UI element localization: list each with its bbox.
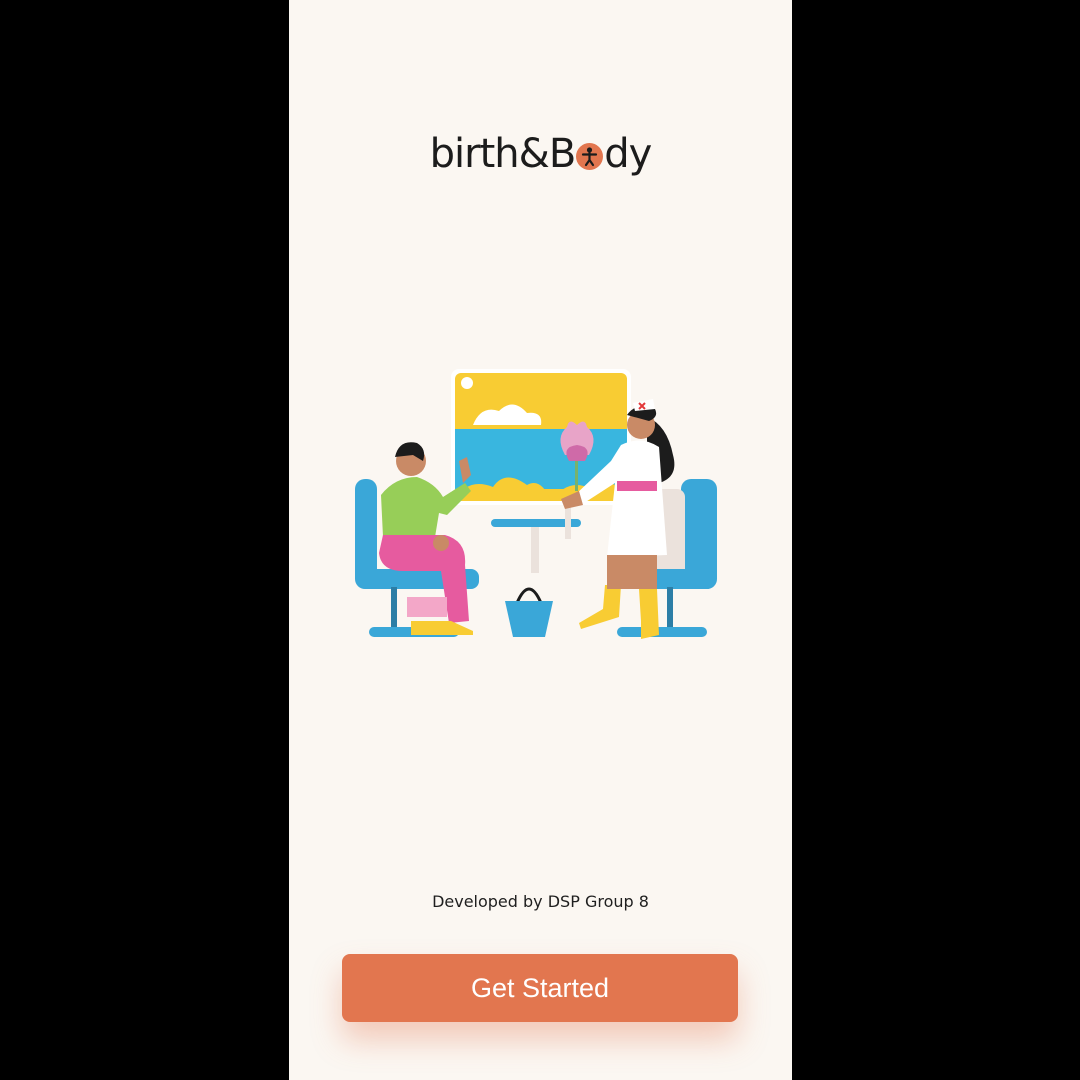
app-screen: birth&B dy Developed by DSP Group 8 Get …	[289, 0, 792, 1080]
logo-text-middle: irth&B	[454, 131, 576, 177]
developer-credit: Developed by DSP Group 8	[432, 892, 649, 911]
basket-icon	[505, 587, 553, 637]
logo-text-end: dy	[604, 131, 652, 177]
screen: birth&B dy Developed by DSP Group 8 Get …	[0, 0, 1080, 1080]
app-logo: birth&B dy	[289, 128, 792, 180]
consultation-illustration	[355, 369, 717, 639]
side-table-icon	[491, 505, 581, 573]
logo-person-icon	[576, 143, 604, 170]
logo-letter-b: b	[429, 131, 455, 177]
get-started-button[interactable]: Get Started	[342, 954, 738, 1022]
